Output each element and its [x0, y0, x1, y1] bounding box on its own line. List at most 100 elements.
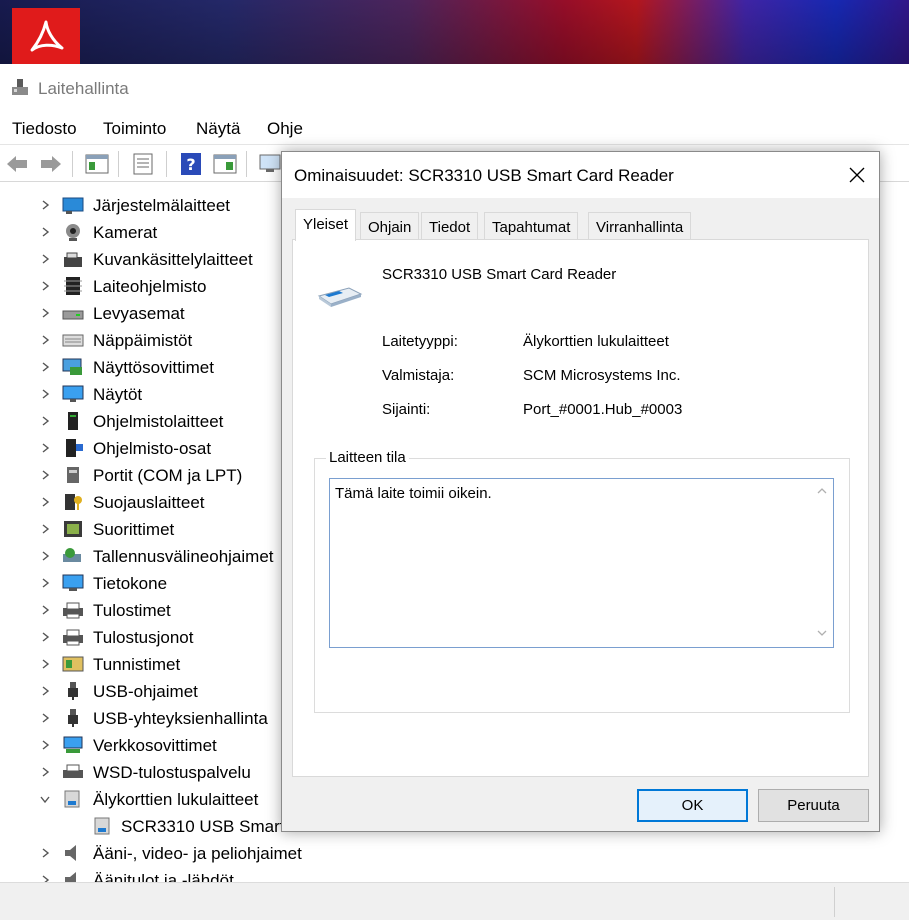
port-icon — [67, 467, 79, 483]
tree-item-label: Laiteohjelmisto — [93, 277, 207, 296]
chevron-right-icon[interactable] — [38, 738, 52, 752]
tree-item-label: Järjestelmälaitteet — [93, 196, 231, 215]
tree-item-label: Näppäimistöt — [93, 331, 193, 350]
dialog-tabs: Yleiset Ohjain Tiedot Tapahtumat Virranh… — [293, 209, 873, 241]
back-icon[interactable] — [4, 151, 30, 177]
window-title: Laitehallinta — [38, 79, 129, 98]
chevron-right-icon[interactable] — [38, 576, 52, 590]
menu-help[interactable]: Ohje — [267, 119, 303, 139]
close-icon — [849, 167, 865, 183]
menu-bar: Tiedosto Toiminto Näytä Ohje — [0, 110, 909, 144]
top-banner — [0, 0, 909, 64]
usb-connector-icon — [68, 709, 78, 727]
chevron-right-icon[interactable] — [38, 657, 52, 671]
cancel-button[interactable]: Peruuta — [758, 789, 869, 822]
tree-item-label: Näyttösovittimet — [93, 358, 214, 377]
tree-item-label: Portit (COM ja LPT) — [93, 466, 243, 485]
chevron-right-icon[interactable] — [38, 711, 52, 725]
chevron-right-icon[interactable] — [38, 630, 52, 644]
tree-item-label: Näytöt — [93, 385, 143, 404]
tab-general[interactable]: Yleiset — [295, 209, 357, 241]
chevron-right-icon[interactable] — [38, 333, 52, 347]
properties-dialog: Ominaisuudet: SCR3310 USB Smart Card Rea… — [281, 151, 880, 832]
chevron-right-icon[interactable] — [38, 468, 52, 482]
device-name: SCR3310 USB Smart Card Reader — [382, 266, 617, 283]
window-title-bar: Laitehallinta — [0, 64, 909, 110]
tree-item-label: USB-yhteyksienhallinta — [93, 709, 268, 728]
device-status-text: Tämä laite toimii oikein. — [335, 485, 492, 502]
network-adapter-icon — [63, 736, 83, 753]
tree-item-label: Ääni-, video- ja peliohjaimet — [93, 844, 302, 863]
display-adapter-icon — [62, 358, 82, 375]
tree-item-label: Älykorttien lukulaitteet — [93, 790, 259, 809]
tree-item-label: Kuvankäsittelylaitteet — [93, 250, 253, 269]
location-value: Port_#0001.Hub_#0003 — [523, 401, 683, 418]
chevron-right-icon[interactable] — [38, 198, 52, 212]
computer-icon — [62, 574, 84, 591]
svg-text:?: ? — [186, 155, 195, 174]
view-pane-icon[interactable] — [212, 151, 238, 177]
device-status-textbox[interactable]: Tämä laite toimii oikein. — [329, 478, 834, 648]
software-device-icon — [68, 412, 78, 430]
chevron-right-icon[interactable] — [38, 846, 52, 860]
tree-item-label: Suojauslaitteet — [93, 493, 205, 512]
device-status-group: Laitteen tila Tämä laite toimii oikein. — [314, 449, 850, 713]
tree-item-label: Tulostusjonot — [93, 628, 194, 647]
tree-category-item[interactable]: Ääni-, video- ja peliohjaimet — [0, 840, 909, 867]
tab-details[interactable]: Tiedot — [421, 212, 479, 240]
chevron-right-icon[interactable] — [38, 441, 52, 455]
chevron-right-icon[interactable] — [38, 549, 52, 563]
scroll-down-icon[interactable] — [815, 627, 829, 639]
chevron-right-icon[interactable] — [38, 414, 52, 428]
tree-item-label: Levyasemat — [93, 304, 185, 323]
dialog-title-bar: Ominaisuudet: SCR3310 USB Smart Card Rea… — [282, 152, 879, 198]
tree-category-item[interactable]: Äänitulot ja -lähdöt — [0, 867, 909, 882]
tree-item-label: Ohjelmisto-osat — [93, 439, 212, 458]
tab-events[interactable]: Tapahtumat — [484, 212, 579, 240]
tree-item-label: WSD-tulostuspalvelu — [93, 763, 251, 782]
menu-file[interactable]: Tiedosto — [12, 119, 77, 139]
chevron-right-icon[interactable] — [38, 684, 52, 698]
properties-icon[interactable] — [130, 151, 156, 177]
monitor-icon — [62, 385, 84, 402]
tab-driver[interactable]: Ohjain — [360, 212, 420, 240]
tree-item-label: Tulostimet — [93, 601, 171, 620]
imaging-device-icon — [64, 252, 82, 267]
system-device-icon — [62, 197, 84, 214]
forward-icon[interactable] — [38, 151, 64, 177]
chevron-right-icon[interactable] — [38, 306, 52, 320]
chevron-right-icon[interactable] — [38, 225, 52, 239]
manufacturer-label: Valmistaja: — [382, 367, 455, 384]
acrobat-app-icon[interactable] — [12, 8, 80, 64]
general-tab-panel: SCR3310 USB Smart Card Reader Laitetyypp… — [292, 239, 869, 777]
tree-item-label: Äänitulot ja -lähdöt — [93, 871, 234, 882]
dialog-close-button[interactable] — [839, 158, 875, 192]
menu-action[interactable]: Toiminto — [103, 119, 166, 139]
chevron-right-icon[interactable] — [38, 387, 52, 401]
scroll-up-icon[interactable] — [815, 485, 829, 497]
usb-icon — [68, 682, 78, 700]
chevron-right-icon[interactable] — [38, 279, 52, 293]
sound-icon — [65, 845, 76, 861]
help-icon[interactable]: ? — [178, 151, 204, 177]
storage-controller-icon — [63, 548, 81, 562]
show-hide-tree-icon[interactable] — [84, 151, 110, 177]
keyboard-icon — [62, 334, 84, 347]
tree-item-label: Tietokone — [93, 574, 168, 593]
firmware-icon — [64, 277, 82, 295]
device-type-label: Laitetyyppi: — [382, 333, 458, 350]
chevron-right-icon[interactable] — [38, 360, 52, 374]
chevron-right-icon[interactable] — [38, 873, 52, 882]
tab-power-management[interactable]: Virranhallinta — [588, 212, 692, 240]
chevron-right-icon[interactable] — [38, 252, 52, 266]
chevron-down-icon[interactable] — [38, 792, 52, 806]
chevron-right-icon[interactable] — [38, 495, 52, 509]
chevron-right-icon[interactable] — [38, 603, 52, 617]
ok-button[interactable]: OK — [637, 789, 748, 822]
smart-card-reader-icon — [317, 287, 363, 307]
tree-item-label: Verkkosovittimet — [93, 736, 217, 755]
chevron-right-icon[interactable] — [38, 765, 52, 779]
menu-view[interactable]: Näytä — [196, 119, 240, 139]
chevron-right-icon[interactable] — [38, 522, 52, 536]
smart-card-reader-icon — [94, 817, 110, 835]
